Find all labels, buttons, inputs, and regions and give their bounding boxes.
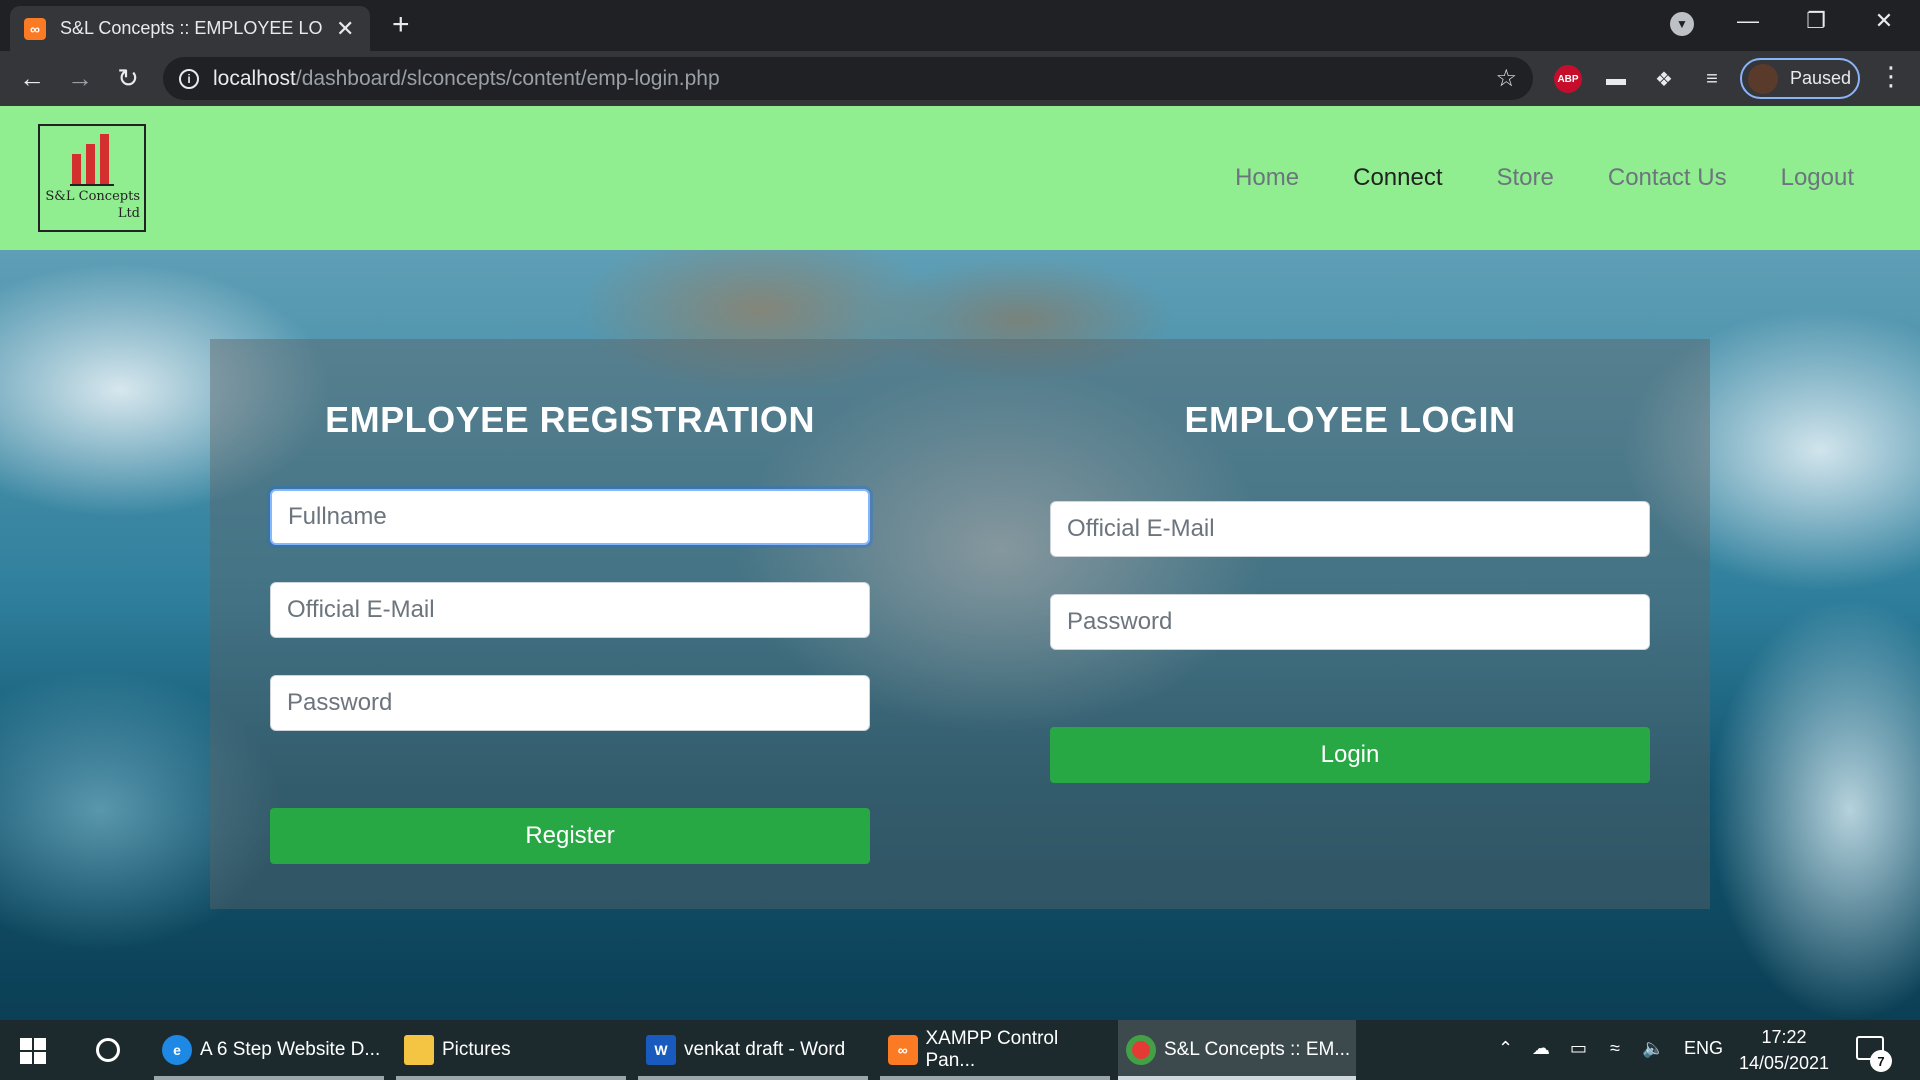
registration-password-field[interactable] bbox=[270, 675, 870, 731]
registration-title: EMPLOYEE REGISTRATION bbox=[325, 399, 815, 440]
browser-menu-icon[interactable]: ⋮ bbox=[1878, 61, 1904, 92]
login-title: EMPLOYEE LOGIN bbox=[1184, 399, 1516, 440]
windows-taskbar: e A 6 Step Website D... Pictures W venka… bbox=[0, 1020, 1920, 1080]
logo-text-line1: S&L Concepts bbox=[45, 189, 140, 204]
main-nav: Home Connect Store Contact Us Logout bbox=[1235, 164, 1854, 192]
nav-logout[interactable]: Logout bbox=[1781, 164, 1854, 192]
registration-form: EMPLOYEE REGISTRATION Register bbox=[270, 339, 870, 864]
taskbar-app-label: A 6 Step Website D... bbox=[200, 1039, 381, 1060]
browser-tab[interactable]: ∞ S&L Concepts :: EMPLOYEE LOGIN ✕ bbox=[10, 6, 370, 51]
login-form: EMPLOYEE LOGIN Login bbox=[1050, 339, 1650, 783]
register-button[interactable]: Register bbox=[270, 808, 870, 864]
extensions-puzzle-icon[interactable]: ❖ bbox=[1650, 65, 1678, 93]
xampp-favicon-icon: ∞ bbox=[24, 17, 46, 40]
forward-icon[interactable]: → bbox=[62, 63, 98, 94]
windows-start-icon[interactable] bbox=[20, 1038, 46, 1064]
adblock-plus-icon[interactable]: ABP bbox=[1554, 65, 1582, 93]
taskbar-app-label: venkat draft - Word bbox=[684, 1039, 846, 1060]
wifi-icon[interactable]: ≈ bbox=[1610, 1038, 1620, 1059]
taskbar-app-label: XAMPP Control Pan... bbox=[925, 1028, 1059, 1071]
address-bar[interactable]: i localhost /dashboard/slconcepts/conten… bbox=[163, 57, 1533, 100]
battery-icon[interactable]: ▭ bbox=[1570, 1038, 1587, 1059]
back-icon[interactable]: ← bbox=[14, 63, 50, 94]
registration-email-field[interactable] bbox=[270, 582, 870, 638]
profile-status: Paused bbox=[1790, 68, 1852, 88]
site-info-icon[interactable]: i bbox=[179, 68, 199, 89]
site-logo[interactable]: S&L Concepts Ltd bbox=[38, 124, 146, 232]
volume-icon[interactable]: 🔈 bbox=[1642, 1038, 1664, 1059]
avatar bbox=[1748, 63, 1778, 94]
system-clock[interactable]: 17:22 14/05/2021 bbox=[1738, 1024, 1830, 1076]
logo-text-line2: Ltd bbox=[117, 206, 140, 221]
site-header: S&L Concepts Ltd Home Connect Store Cont… bbox=[0, 106, 1920, 250]
close-window-icon[interactable]: ✕ bbox=[1864, 8, 1904, 34]
bookmark-star-icon[interactable]: ☆ bbox=[1495, 64, 1517, 93]
notification-count-badge: 7 bbox=[1870, 1050, 1892, 1072]
nav-store[interactable]: Store bbox=[1497, 164, 1554, 192]
restore-icon[interactable]: ❐ bbox=[1796, 8, 1836, 34]
forms-panel: EMPLOYEE REGISTRATION Register EMPLOYEE … bbox=[210, 339, 1710, 909]
language-indicator[interactable]: ENG bbox=[1684, 1038, 1723, 1059]
url-host: localhost bbox=[213, 66, 296, 90]
fullname-field[interactable] bbox=[270, 489, 870, 545]
nav-home[interactable]: Home bbox=[1235, 164, 1299, 192]
show-hidden-icons-icon[interactable]: ⌃ bbox=[1498, 1038, 1513, 1059]
login-button[interactable]: Login bbox=[1050, 727, 1650, 783]
edge-icon: e bbox=[162, 1035, 192, 1065]
tab-title: S&L Concepts :: EMPLOYEE LOGIN bbox=[60, 18, 322, 38]
web-page: S&L Concepts Ltd Home Connect Store Cont… bbox=[0, 106, 1920, 1020]
folder-icon bbox=[404, 1035, 434, 1065]
word-icon: W bbox=[646, 1035, 676, 1065]
cast-extension-icon[interactable]: ▬ bbox=[1602, 65, 1630, 93]
taskbar-app-label: Pictures bbox=[442, 1039, 511, 1060]
taskbar-app-chrome[interactable]: S&L Concepts :: EM... bbox=[1118, 1020, 1356, 1080]
login-password-field[interactable] bbox=[1050, 594, 1650, 650]
logo-text: S&L Concepts Ltd bbox=[40, 188, 144, 222]
taskbar-app-word[interactable]: W venkat draft - Word bbox=[638, 1020, 868, 1080]
minimize-icon[interactable]: — bbox=[1728, 8, 1768, 34]
new-tab-icon[interactable]: + bbox=[392, 10, 410, 40]
media-queue-icon[interactable]: ≡ bbox=[1698, 65, 1726, 93]
clock-date: 14/05/2021 bbox=[1738, 1053, 1830, 1073]
login-email-field[interactable] bbox=[1050, 501, 1650, 557]
tab-search-icon[interactable]: ▼ bbox=[1670, 12, 1694, 36]
bar-chart-logo-icon bbox=[70, 134, 114, 186]
taskbar-app-label: S&L Concepts :: EM... bbox=[1164, 1039, 1351, 1060]
reload-icon[interactable]: ↻ bbox=[110, 63, 146, 94]
xampp-icon: ∞ bbox=[888, 1035, 918, 1065]
ocean-background: EMPLOYEE REGISTRATION Register EMPLOYEE … bbox=[0, 250, 1920, 1020]
url-path: /dashboard/slconcepts/content/emp-login.… bbox=[295, 66, 720, 90]
browser-toolbar: ← → ↻ i localhost /dashboard/slconcepts/… bbox=[0, 51, 1920, 106]
taskbar-app-edge[interactable]: e A 6 Step Website D... bbox=[154, 1020, 384, 1080]
chrome-icon bbox=[1126, 1035, 1156, 1065]
clock-time: 17:22 bbox=[1761, 1027, 1807, 1047]
taskbar-app-xampp[interactable]: ∞ XAMPP Control Pan... bbox=[880, 1020, 1110, 1080]
cortana-search-icon[interactable] bbox=[96, 1038, 120, 1062]
close-tab-icon[interactable]: ✕ bbox=[336, 16, 354, 42]
nav-contact-us[interactable]: Contact Us bbox=[1608, 164, 1727, 192]
onedrive-error-icon[interactable]: ☁ bbox=[1532, 1038, 1550, 1059]
taskbar-app-pictures[interactable]: Pictures bbox=[396, 1020, 626, 1080]
browser-tab-bar: ∞ S&L Concepts :: EMPLOYEE LOGIN ✕ + ▼ —… bbox=[0, 0, 1920, 51]
profile-button[interactable]: Paused bbox=[1740, 58, 1860, 99]
nav-connect[interactable]: Connect bbox=[1353, 164, 1442, 192]
